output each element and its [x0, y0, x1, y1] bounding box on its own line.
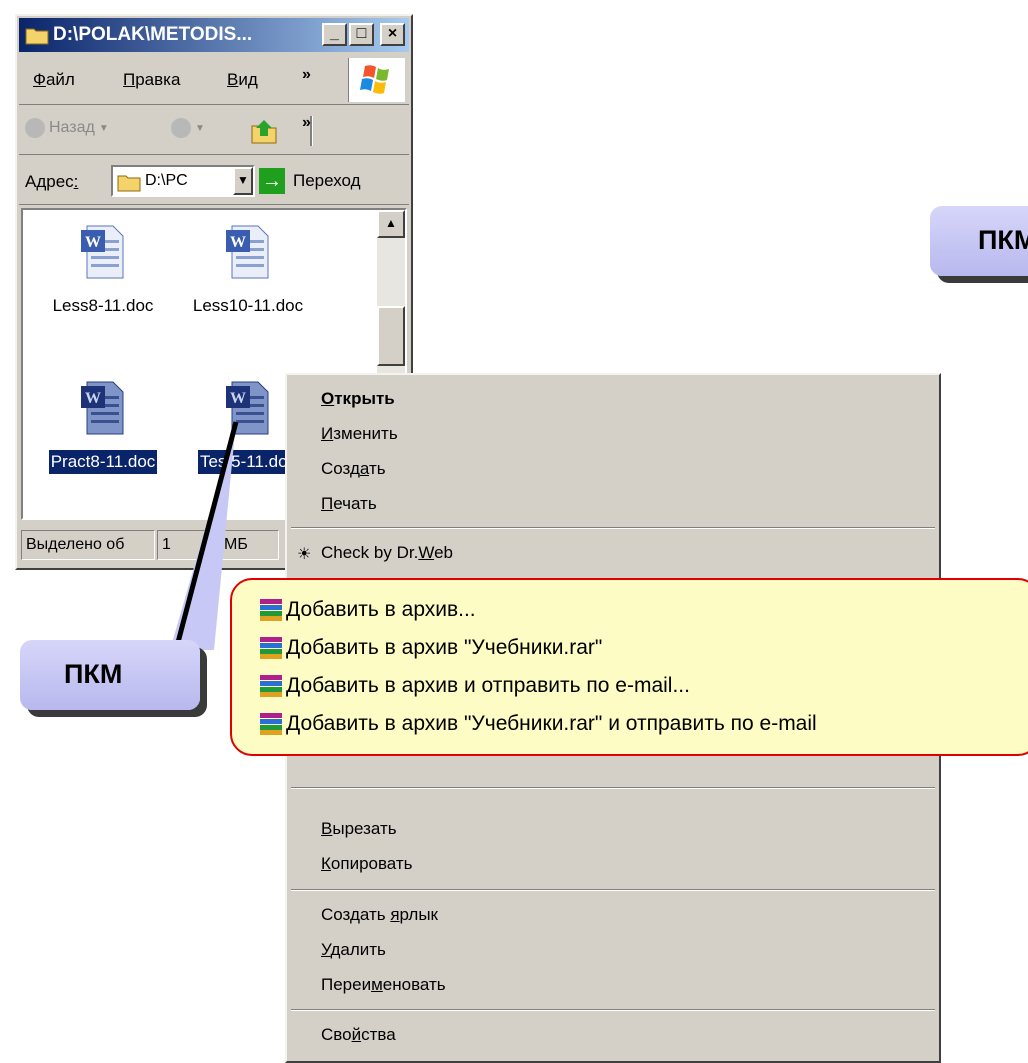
- menu-rename-hotkey: м: [371, 975, 383, 994]
- menu-item-label: Добавить в архив...: [286, 598, 476, 621]
- menu-create-label: Созд: [321, 459, 360, 478]
- menu-create-hotkey: а: [359, 459, 369, 478]
- menu-copy-hotkey: К: [321, 854, 331, 873]
- right-click-label: ПКМ: [20, 640, 200, 710]
- menu-drweb-label-end: eb: [434, 543, 453, 562]
- menu-rename-label-end: еновать: [382, 975, 446, 994]
- menu-print-hotkey: П: [321, 494, 334, 513]
- menu-create-label-end: ть: [368, 459, 386, 478]
- menu-cut-label: ырезать: [332, 819, 397, 838]
- menu-drweb[interactable]: ☀ Check by Dr.Web: [297, 543, 453, 563]
- menu-copy-label: опировать: [330, 854, 413, 873]
- right-click-label-text: ПКМ: [978, 225, 1028, 255]
- menu-cut[interactable]: Вырезать: [321, 819, 397, 839]
- menu-edit-hotkey: И: [321, 424, 334, 443]
- menu-shortcut-label: Создать: [321, 905, 391, 924]
- winrar-icon: [260, 713, 282, 735]
- menu-open-label: ткрыть: [334, 389, 395, 408]
- spider-icon: ☀: [297, 546, 312, 563]
- menu-delete[interactable]: Удалить: [321, 940, 386, 960]
- menu-separator: [291, 527, 935, 529]
- menu-edit-item[interactable]: Изменить: [321, 424, 398, 444]
- menu-separator: [291, 1009, 935, 1011]
- menu-shortcut-hotkey: я: [390, 905, 400, 924]
- menu-item-label: Добавить в архив "Учебники.rar": [286, 636, 603, 659]
- menu-properties-hotkey: й: [351, 1025, 362, 1044]
- winrar-icon: [260, 637, 282, 659]
- winrar-icon: [260, 599, 282, 621]
- menu-properties-label-end: ства: [361, 1025, 396, 1044]
- menu-add-to-archive[interactable]: Добавить в архив...: [260, 598, 476, 622]
- menu-shortcut-label-end: рлык: [399, 905, 438, 924]
- menu-separator: [291, 787, 935, 789]
- menu-copy[interactable]: Копировать: [321, 854, 413, 874]
- menu-open-hotkey: О: [321, 389, 335, 408]
- menu-drweb-label: Check by Dr.: [321, 543, 419, 562]
- menu-drweb-hotkey: W: [418, 543, 435, 562]
- right-click-label: ПКМ: [930, 206, 1028, 276]
- menu-open[interactable]: Открыть: [321, 389, 395, 409]
- archive-callout: Добавить в архив... Добавить в архив "Уч…: [230, 578, 1028, 756]
- menu-add-named-and-email[interactable]: Добавить в архив "Учебники.rar" и отправ…: [260, 712, 817, 736]
- menu-add-and-email[interactable]: Добавить в архив и отправить по e-mail..…: [260, 674, 690, 698]
- menu-print[interactable]: Печать: [321, 494, 377, 514]
- menu-properties-label: Сво: [321, 1025, 352, 1044]
- menu-create[interactable]: Создать: [321, 459, 386, 479]
- menu-cut-hotkey: В: [321, 819, 333, 838]
- menu-edit-label: зменить: [333, 424, 398, 443]
- menu-item-label: Добавить в архив и отправить по e-mail..…: [286, 674, 690, 697]
- menu-create-shortcut[interactable]: Создать ярлык: [321, 905, 438, 925]
- menu-separator: [291, 889, 935, 891]
- menu-print-label: ечать: [333, 494, 377, 513]
- right-click-label-text: ПКМ: [64, 659, 123, 689]
- winrar-icon: [260, 675, 282, 697]
- menu-rename-label: Переи: [321, 975, 372, 994]
- menu-properties[interactable]: Свойства: [321, 1025, 396, 1045]
- menu-add-to-named-archive[interactable]: Добавить в архив "Учебники.rar": [260, 636, 602, 660]
- menu-rename[interactable]: Переименовать: [321, 975, 446, 995]
- menu-delete-label: далить: [330, 940, 386, 959]
- menu-item-label: Добавить в архив "Учебники.rar" и отправ…: [286, 712, 817, 735]
